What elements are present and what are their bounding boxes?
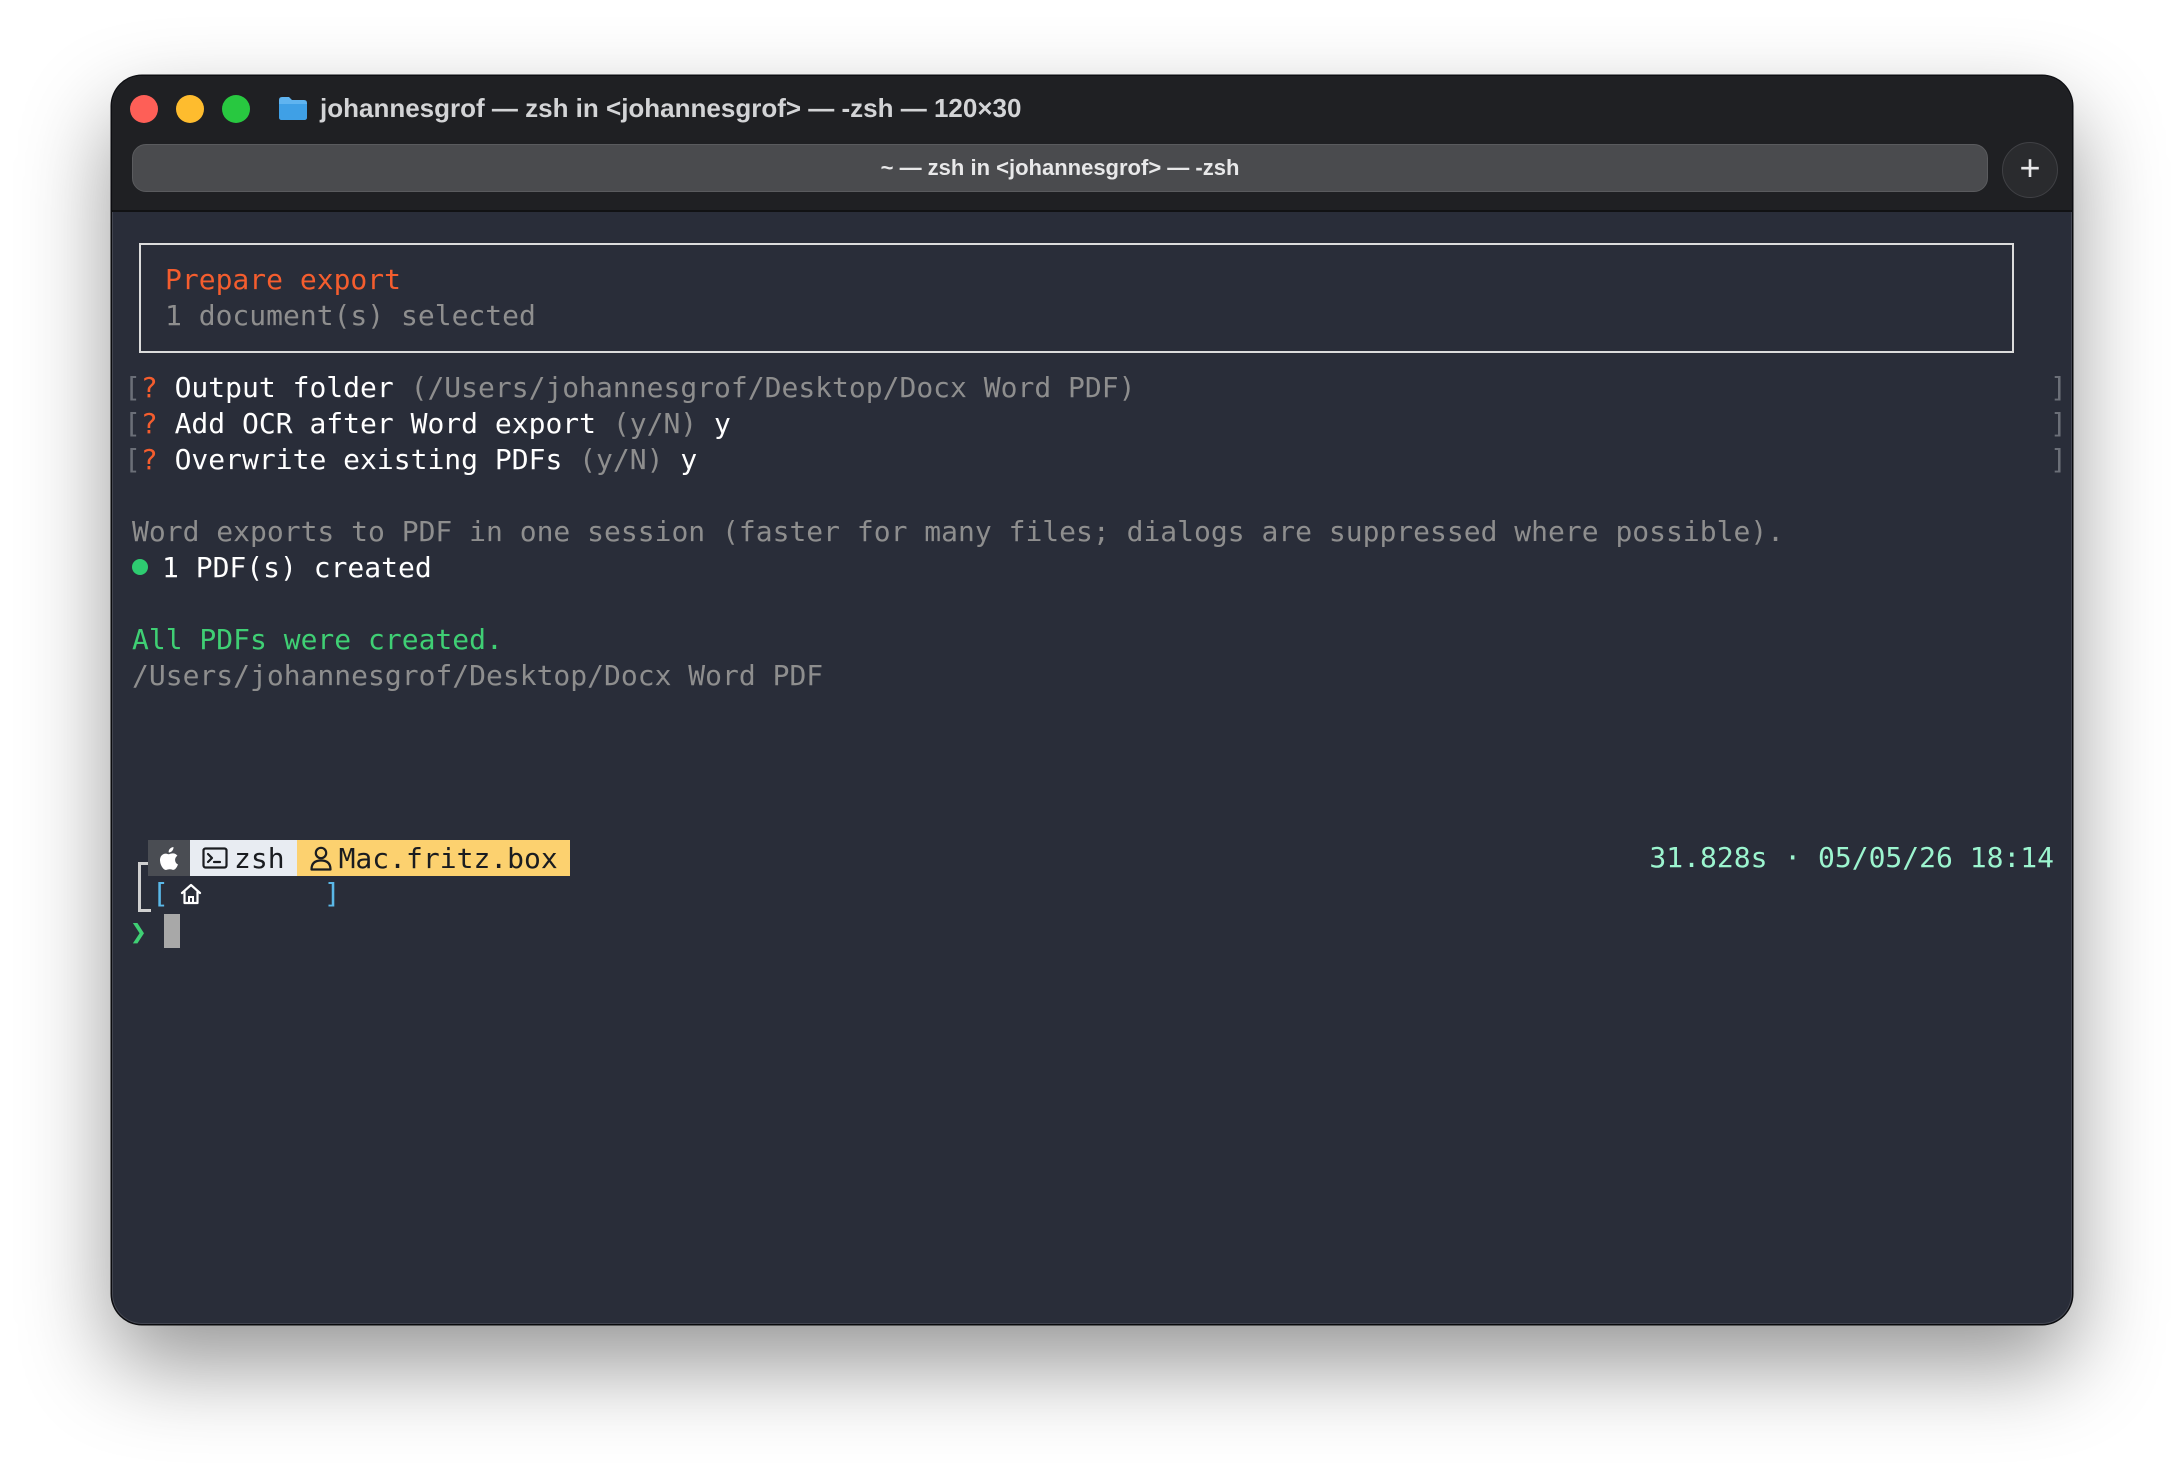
text-cursor[interactable] <box>164 914 180 948</box>
open-bracket: [ <box>124 371 141 404</box>
question-mark-icon: ? <box>140 443 158 476</box>
prompt-caret: ❯ <box>130 915 147 948</box>
dir-open-bracket: [ <box>152 877 169 910</box>
window-title-text: johannesgrof — zsh in <johannesgrof> — -… <box>320 92 1022 123</box>
prompt-question: Overwrite existing PDFs <box>174 443 563 476</box>
zoom-window-button[interactable] <box>222 95 250 123</box>
prompt-overwrite: [? Overwrite existing PDFs (y/N) y <box>124 442 697 478</box>
home-icon <box>179 810 314 978</box>
open-bracket: [ <box>124 443 141 476</box>
info-line: Word exports to PDF in one session (fast… <box>132 515 1785 548</box>
prompt-answer: y <box>680 443 698 476</box>
directory-segment: [ ] <box>152 876 341 912</box>
success-line: All PDFs were created. <box>132 623 503 656</box>
minimize-window-button[interactable] <box>176 95 204 123</box>
plus-icon: + <box>2019 147 2041 188</box>
status-line: 1 PDF(s) created <box>132 550 432 586</box>
folder-icon <box>278 95 308 121</box>
success-dot-icon <box>132 559 148 575</box>
terminal-content[interactable]: Prepare export 1 document(s) selected [?… <box>112 212 2072 1324</box>
close-bracket: ] <box>2050 443 2067 476</box>
prompt-output-folder: [? Output folder (/Users/johannesgrof/De… <box>124 370 1135 406</box>
open-bracket: [ <box>124 407 141 440</box>
window-title: johannesgrof — zsh in <johannesgrof> — -… <box>278 90 1021 126</box>
prompt-question: Add OCR after Word export <box>174 407 597 440</box>
tab-label: ~ — zsh in <johannesgrof> — -zsh <box>880 155 1240 180</box>
host-segment: Mac.fritz.box <box>296 840 570 876</box>
box-heading: Prepare export <box>165 263 402 296</box>
question-mark-icon: ? <box>140 407 158 440</box>
host-name: Mac.fritz.box <box>338 841 558 875</box>
close-window-button[interactable] <box>130 95 158 123</box>
prompt-answer: y <box>714 407 731 440</box>
close-bracket: ] <box>2050 407 2067 440</box>
close-bracket: ] <box>2050 371 2067 404</box>
prompt-hint: (y/N) <box>612 407 698 440</box>
question-mark-icon: ? <box>140 371 158 404</box>
prompt-hint: (/Users/johannesgrof/Desktop/Docx Word P… <box>410 371 1136 404</box>
dir-close-bracket: ] <box>323 877 341 910</box>
prompt-hint: (y/N) <box>579 443 664 476</box>
prompt-question: Output folder <box>174 371 394 404</box>
box-subtext: 1 document(s) selected <box>165 299 536 332</box>
tab-zsh[interactable]: ~ — zsh in <johannesgrof> — -zsh <box>132 144 1988 192</box>
apple-icon <box>158 845 180 871</box>
output-path: /Users/johannesgrof/Desktop/Docx Word PD… <box>132 659 824 692</box>
status-text: 1 PDF(s) created <box>162 551 432 584</box>
duration-time: 31.828s · 05/05/26 18:14 <box>1649 841 2054 874</box>
terminal-window: johannesgrof — zsh in <johannesgrof> — -… <box>112 76 2072 1324</box>
title-bar[interactable]: johannesgrof — zsh in <johannesgrof> — -… <box>112 76 2072 212</box>
new-tab-button[interactable]: + <box>2002 142 2058 198</box>
prompt-add-ocr: [? Add OCR after Word export (y/N) y <box>124 406 731 442</box>
